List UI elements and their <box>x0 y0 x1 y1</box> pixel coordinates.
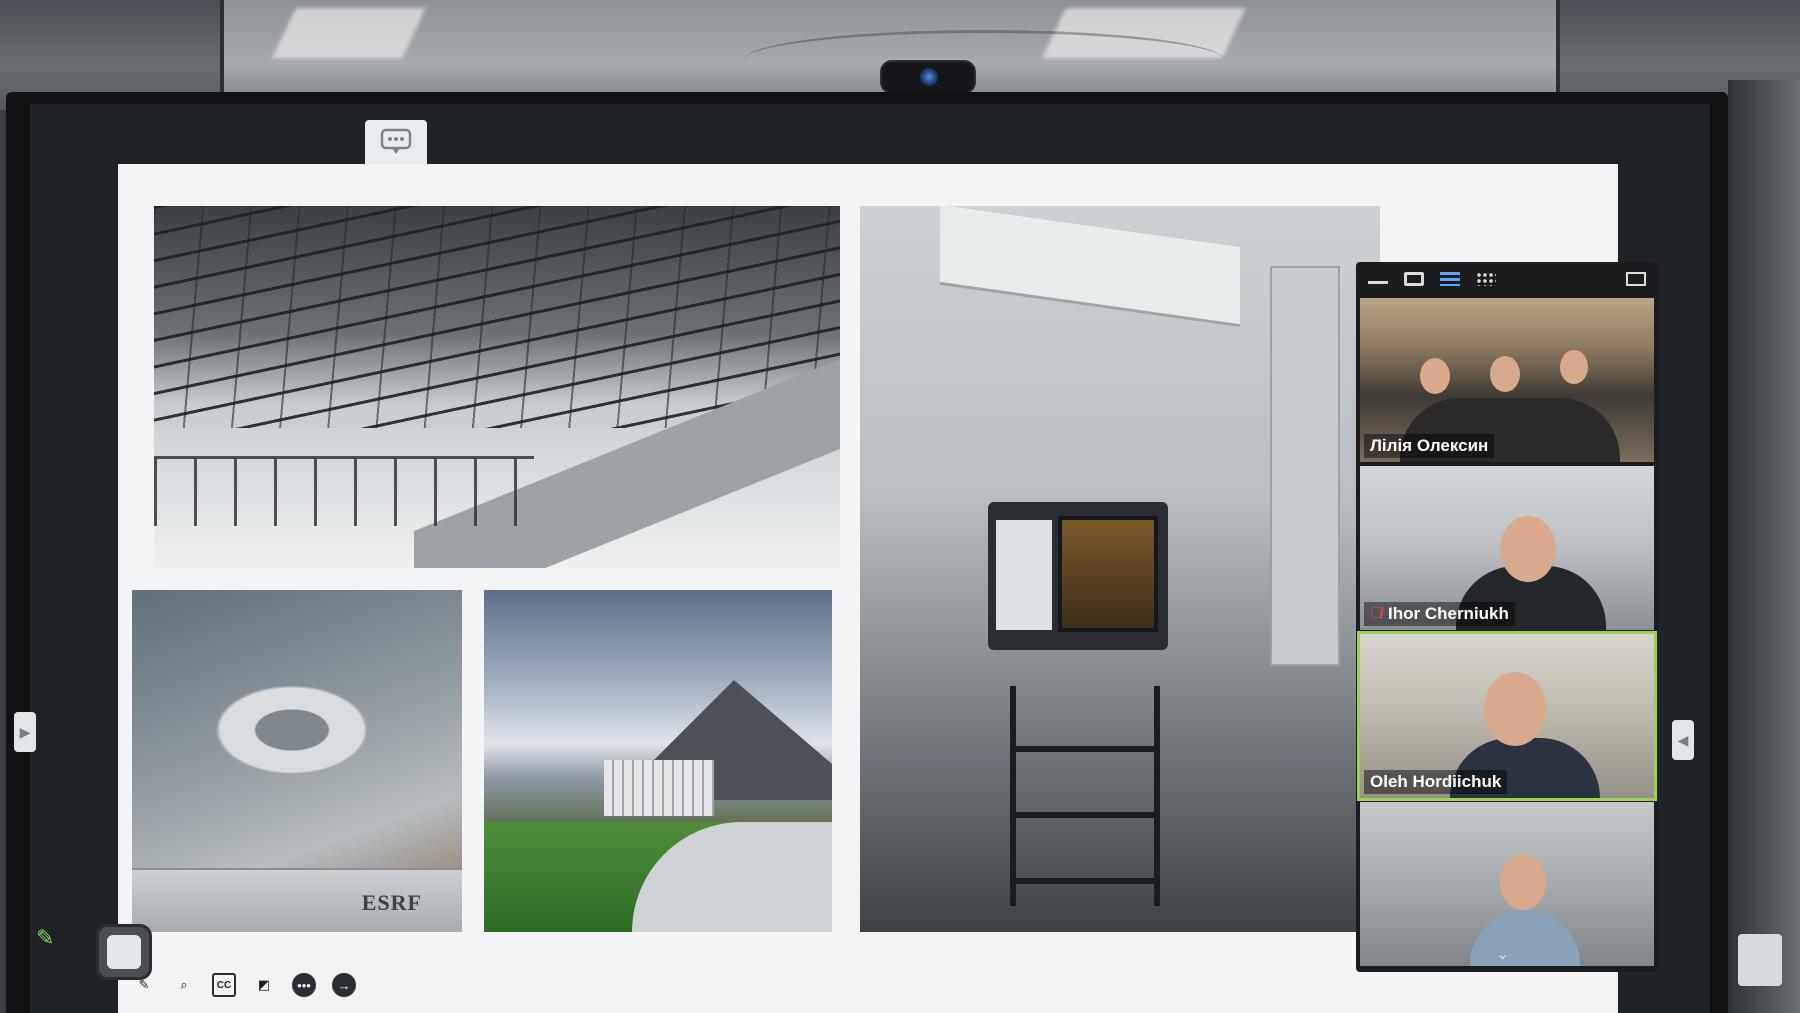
room-wall-right <box>1728 80 1800 1013</box>
cc-icon[interactable]: CC <box>212 973 236 997</box>
participant-head <box>1490 356 1520 392</box>
participant-name: Лілія Олексин <box>1370 436 1489 455</box>
participant-body <box>1470 910 1580 966</box>
participant-name-tag: Oleh Hordiichuk <box>1364 770 1508 794</box>
minimize-icon[interactable] <box>1368 274 1388 284</box>
strip-view-icon[interactable] <box>1440 272 1460 286</box>
participant-gallery-panel: Лілія Олексин 🎙̸ Ihor Cherniukh Oleh Hor… <box>1356 262 1658 972</box>
gallery-controls <box>1356 262 1658 296</box>
share-chat-tab[interactable] <box>365 120 427 164</box>
participant-name: Oleh Hordiichuk <box>1370 772 1502 791</box>
photo-experimental-hall <box>154 206 840 568</box>
model-logo: ESRF <box>361 890 422 915</box>
participant-tile[interactable] <box>1360 802 1654 966</box>
lab-hood <box>940 206 1240 328</box>
photo-campus-mountains <box>484 590 832 932</box>
participant-head <box>1484 672 1546 746</box>
more-icon[interactable]: ••• <box>292 973 316 997</box>
prev-page-arrow[interactable]: ▶ <box>14 712 36 752</box>
presentation-toolbar: ← ✎ ⌕ CC ◩ ••• → <box>92 970 356 1000</box>
participant-name-tag: 🎙̸ Ihor Cherniukh <box>1364 602 1515 626</box>
pen-icon[interactable]: ✎ <box>132 973 156 997</box>
participant-head <box>1560 350 1588 384</box>
webcam-lens <box>920 68 938 86</box>
detector-side <box>996 520 1052 630</box>
chevron-down-icon[interactable]: ⌄ <box>1496 944 1509 964</box>
participant-tile[interactable]: Лілія Олексин <box>1360 298 1654 462</box>
gallery-view-icon[interactable] <box>1476 272 1496 286</box>
chat-bubble-icon <box>380 128 412 154</box>
chevron-left-icon: ◀ <box>1677 731 1689 748</box>
participant-head <box>1500 854 1546 910</box>
speaker-view-icon[interactable] <box>1404 272 1424 286</box>
zoom-icon[interactable]: ⌕ <box>172 973 196 997</box>
back-arrow-icon[interactable]: ← <box>92 973 116 997</box>
webcam <box>880 60 976 94</box>
lab-bench <box>1010 686 1160 906</box>
expand-icon[interactable] <box>1626 272 1646 286</box>
photo-synchrotron-model: ESRF <box>132 590 462 932</box>
lab-cabinet <box>1270 266 1340 666</box>
participant-head <box>1500 516 1556 582</box>
next-page-arrow[interactable]: ◀ <box>1672 720 1694 760</box>
participant-tile[interactable]: 🎙̸ Ihor Cherniukh <box>1360 466 1654 630</box>
annotate-pencil-icon[interactable]: ✎ <box>36 925 62 951</box>
forward-arrow-icon[interactable]: → <box>332 973 356 997</box>
participant-name-tag: Лілія Олексин <box>1364 434 1495 458</box>
wall-socket <box>1738 934 1782 986</box>
campus-building <box>604 760 714 816</box>
video-off-icon[interactable]: ◩ <box>252 973 276 997</box>
photo-beamline-lab <box>860 206 1380 932</box>
chevron-right-icon: ▶ <box>19 723 31 740</box>
participant-name: Ihor Cherniukh <box>1388 604 1509 623</box>
hall-railing <box>154 456 534 526</box>
detector <box>988 502 1168 650</box>
whiteboard-writing <box>744 30 1224 90</box>
participant-tile-active-speaker[interactable]: Oleh Hordiichuk <box>1357 631 1657 801</box>
detector-face <box>1058 516 1158 632</box>
participant-head <box>1420 358 1450 394</box>
thumbnail-preview <box>107 935 141 969</box>
mic-muted-icon: 🎙̸ <box>1370 605 1382 622</box>
light-glare <box>272 8 426 58</box>
